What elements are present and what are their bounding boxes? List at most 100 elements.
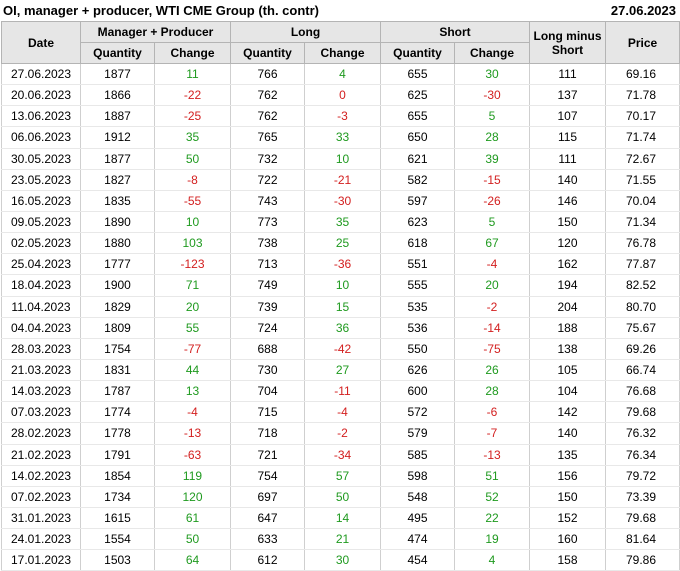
cell-short-quantity: 550: [380, 338, 456, 360]
cell-price: 66.74: [605, 359, 680, 382]
cell-long-quantity: 754: [230, 465, 305, 487]
cell-mp-quantity: 1777: [80, 253, 155, 276]
cell-date: 28.02.2023: [1, 422, 81, 445]
cell-mp-quantity: 1503: [80, 549, 155, 571]
cell-date: 21.03.2023: [1, 359, 81, 382]
cell-mp-change: 64: [154, 549, 231, 571]
cell-price: 71.74: [605, 126, 680, 149]
cell-long-quantity: 738: [230, 232, 305, 255]
cell-price: 75.67: [605, 317, 680, 339]
cell-mp-quantity: 1835: [80, 190, 155, 212]
cell-short-change: 52: [454, 486, 531, 508]
cell-mp-quantity: 1890: [80, 211, 155, 234]
cell-mp-change: 50: [154, 528, 231, 551]
cell-mp-change: 11: [154, 63, 231, 86]
cell-date: 18.04.2023: [1, 274, 81, 297]
header-mp-change: Change: [154, 42, 231, 64]
cell-mp-change: 103: [154, 232, 231, 255]
header-manager-producer: Manager + Producer: [80, 21, 231, 43]
cell-short-quantity: 598: [380, 465, 456, 487]
cell-mp-quantity: 1866: [80, 84, 155, 107]
cell-mp-quantity: 1787: [80, 380, 155, 403]
cell-mp-change: 10: [154, 211, 231, 234]
cell-short-change: 51: [454, 465, 531, 487]
cell-long-change: 0: [303, 84, 382, 107]
cell-mp-change: -22: [154, 84, 231, 107]
cell-long-quantity: 704: [230, 380, 305, 403]
cell-long-change: 35: [303, 211, 382, 234]
cell-short-quantity: 618: [380, 232, 456, 255]
cell-date: 17.01.2023: [1, 549, 81, 571]
cell-long-change: 50: [303, 486, 382, 508]
cell-price: 79.68: [605, 401, 680, 424]
cell-mp-change: -55: [154, 190, 231, 212]
cell-date: 11.04.2023: [1, 296, 81, 318]
cell-mp-quantity: 1754: [80, 338, 155, 360]
table-row: 11.04.2023 1829 20 739 15 535 -2 204 80.70: [1, 296, 680, 318]
cell-short-change: -15: [454, 169, 531, 191]
cell-short-change: -75: [454, 338, 531, 360]
cell-price: 73.39: [605, 486, 680, 508]
table-row: 27.06.2023 1877 11 766 4 655 30 111 69.16: [1, 63, 680, 86]
cell-long-quantity: 612: [230, 549, 305, 571]
cell-long-quantity: 721: [230, 444, 305, 466]
cell-short-change: 67: [454, 232, 531, 255]
header-short: Short: [380, 21, 531, 43]
cell-short-quantity: 474: [380, 528, 456, 551]
cell-price: 79.72: [605, 465, 680, 487]
table-row: 09.05.2023 1890 10 773 35 623 5 150 71.34: [1, 211, 680, 234]
cell-long-minus-short: 188: [529, 317, 607, 339]
cell-long-quantity: 713: [230, 253, 305, 276]
cell-short-quantity: 535: [380, 296, 456, 318]
cell-short-quantity: 621: [380, 147, 456, 170]
cell-short-change: -13: [454, 444, 531, 466]
cell-short-change: -2: [454, 296, 531, 318]
cell-price: 79.86: [605, 549, 680, 571]
cell-date: 20.06.2023: [1, 84, 81, 107]
cell-mp-change: -8: [154, 169, 231, 191]
cell-short-quantity: 623: [380, 211, 456, 234]
header-short-change: Change: [454, 42, 531, 64]
cell-long-change: 57: [303, 465, 382, 487]
cell-price: 71.55: [605, 169, 680, 191]
cell-mp-quantity: 1877: [80, 63, 155, 86]
cell-price: 70.17: [605, 105, 680, 128]
cell-long-change: 27: [303, 359, 382, 382]
cell-mp-quantity: 1829: [80, 296, 155, 318]
cell-long-quantity: 722: [230, 169, 305, 191]
title-bar: OI, manager + producer, WTI CME Group (t…: [0, 0, 680, 22]
cell-long-minus-short: 137: [529, 84, 607, 107]
cell-mp-change: -25: [154, 105, 231, 128]
cell-date: 06.06.2023: [1, 126, 81, 149]
cell-price: 69.26: [605, 338, 680, 360]
cell-short-change: 28: [454, 126, 531, 149]
cell-price: 76.78: [605, 232, 680, 255]
cell-date: 07.02.2023: [1, 486, 81, 508]
cell-mp-change: -63: [154, 444, 231, 466]
table-row: 17.01.2023 1503 64 612 30 454 4 158 79.86: [1, 549, 680, 571]
report-date: 27.06.2023: [610, 3, 676, 18]
cell-mp-change: 13: [154, 380, 231, 403]
cell-long-minus-short: 140: [529, 169, 607, 191]
cell-mp-change: 35: [154, 126, 231, 149]
cell-short-quantity: 555: [380, 274, 456, 297]
cell-long-change: 30: [303, 549, 382, 571]
cell-long-minus-short: 150: [529, 211, 607, 234]
cell-short-change: 28: [454, 380, 531, 403]
table-row: 07.02.2023 1734 120 697 50 548 52 150 73.39: [1, 486, 680, 508]
cell-long-quantity: 773: [230, 211, 305, 234]
table-row: 06.06.2023 1912 35 765 33 650 28 115 71.74: [1, 126, 680, 149]
cell-long-change: -36: [303, 253, 382, 276]
cell-long-change: 10: [303, 274, 382, 297]
cell-short-change: 26: [454, 359, 531, 382]
cell-short-change: 39: [454, 147, 531, 170]
table-row: 25.04.2023 1777 -123 713 -36 551 -4 162 77.87: [1, 253, 680, 276]
report-title: OI, manager + producer, WTI CME Group (t…: [3, 3, 319, 18]
cell-price: 79.68: [605, 507, 680, 530]
table-row: 02.05.2023 1880 103 738 25 618 67 120 76.78: [1, 232, 680, 255]
cell-long-minus-short: 120: [529, 232, 607, 255]
cell-mp-quantity: 1831: [80, 359, 155, 382]
cell-mp-change: -13: [154, 422, 231, 445]
table-row: 24.01.2023 1554 50 633 21 474 19 160 81.64: [1, 528, 680, 551]
cell-short-change: -6: [454, 401, 531, 424]
